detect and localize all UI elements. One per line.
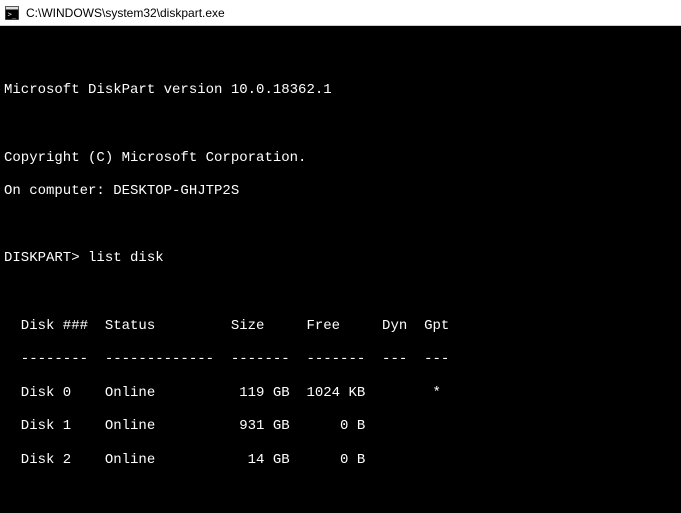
window-title: C:\WINDOWS\system32\diskpart.exe <box>26 6 225 20</box>
blank-line <box>4 116 677 133</box>
version-line: Microsoft DiskPart version 10.0.18362.1 <box>4 82 677 99</box>
terminal-output[interactable]: Microsoft DiskPart version 10.0.18362.1 … <box>0 26 681 513</box>
cmd-icon: >_ <box>4 5 20 21</box>
table-row: Disk 1 Online 931 GB 0 B <box>4 418 677 435</box>
blank-line <box>4 486 677 503</box>
blank-line <box>4 217 677 234</box>
table-row: Disk 2 Online 14 GB 0 B <box>4 452 677 469</box>
table-row: Disk 0 Online 119 GB 1024 KB * <box>4 385 677 402</box>
computer-line: On computer: DESKTOP-GHJTP2S <box>4 183 677 200</box>
blank-line <box>4 284 677 301</box>
table-divider: -------- ------------- ------- ------- -… <box>4 351 677 368</box>
copyright-line: Copyright (C) Microsoft Corporation. <box>4 150 677 167</box>
titlebar[interactable]: >_ C:\WINDOWS\system32\diskpart.exe <box>0 0 681 26</box>
svg-text:>_: >_ <box>8 10 17 18</box>
table-header: Disk ### Status Size Free Dyn Gpt <box>4 318 677 335</box>
blank-line <box>4 49 677 66</box>
prompt-list-disk: DISKPART> list disk <box>4 250 677 267</box>
